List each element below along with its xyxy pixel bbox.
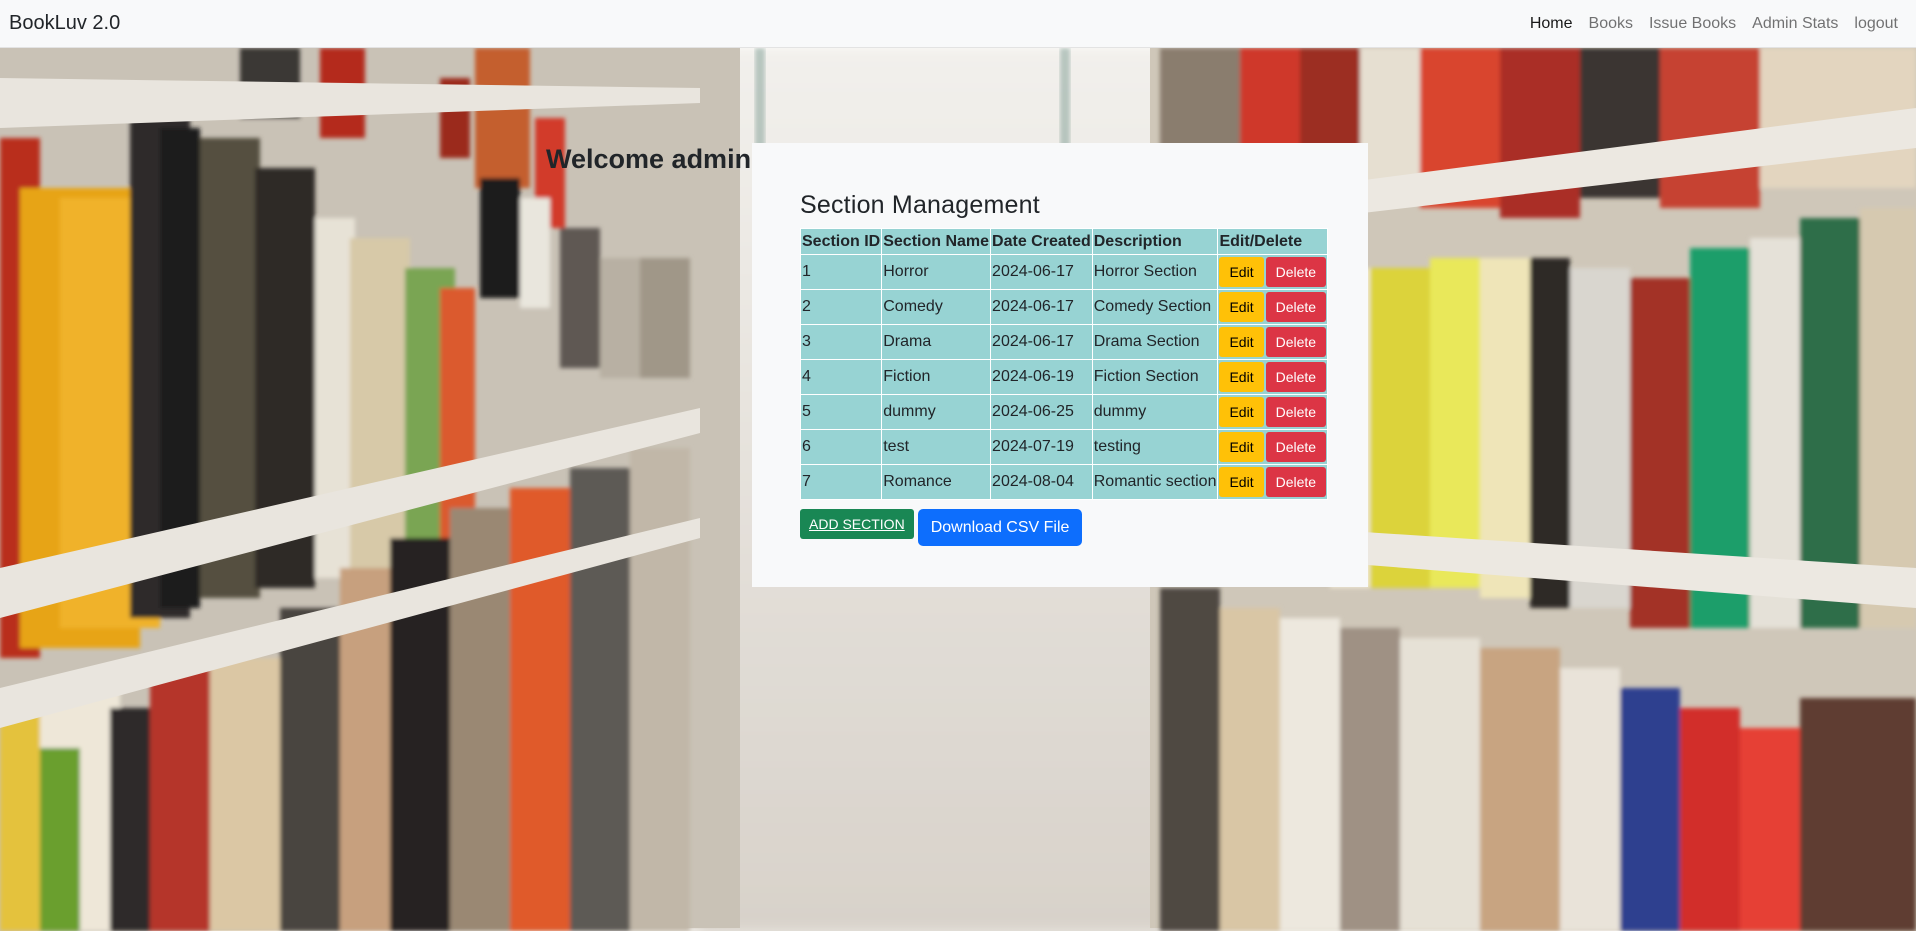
cell-actions: Edit Delete (1217, 464, 1329, 500)
cell-id: 5 (799, 394, 883, 430)
table-row: 2 Comedy 2024-06-17 Comedy Section Edit D… (799, 289, 1329, 325)
cell-actions: Edit Delete (1217, 359, 1329, 395)
cell-actions: Edit Delete (1217, 394, 1329, 430)
section-management-card: Section Management Section ID Section Na… (752, 143, 1368, 587)
col-edit-delete: Edit/Delete (1217, 228, 1329, 255)
table-row: 3 Drama 2024-06-17 Drama Section Edit Del… (799, 324, 1329, 360)
table-row: 1 Horror 2024-06-17 Horror Section Edit D… (799, 254, 1329, 290)
edit-button[interactable]: Edit (1219, 467, 1264, 497)
nav-books[interactable]: Books (1581, 15, 1641, 33)
cell-id: 1 (799, 254, 883, 290)
delete-button[interactable]: Delete (1265, 397, 1327, 427)
cell-name: dummy (881, 394, 992, 430)
edit-button[interactable]: Edit (1219, 257, 1264, 287)
nav-admin-stats[interactable]: Admin Stats (1744, 15, 1846, 33)
nav-home[interactable]: Home (1522, 15, 1581, 33)
cell-name: Fiction (881, 359, 992, 395)
nav-logout[interactable]: logout (1846, 15, 1906, 33)
cell-date: 2024-06-25 (990, 394, 1093, 430)
navbar: BookLuv 2.0 Home Books Issue Books Admin… (0, 0, 1916, 48)
edit-button[interactable]: Edit (1219, 327, 1264, 357)
cell-date: 2024-06-17 (990, 324, 1093, 360)
cell-description: Horror Section (1091, 254, 1219, 290)
col-description: Description (1091, 228, 1219, 255)
cell-date: 2024-06-17 (990, 289, 1093, 325)
card-actions: ADD SECTION Download CSV File (800, 509, 1368, 546)
table-row: 6 test 2024-07-19 testing Edit Delete (799, 429, 1329, 465)
card-title: Section Management (800, 191, 1040, 219)
cell-id: 3 (799, 324, 883, 360)
cell-actions: Edit Delete (1217, 254, 1329, 290)
nav-issue-books[interactable]: Issue Books (1641, 15, 1744, 33)
edit-button[interactable]: Edit (1219, 432, 1264, 462)
cell-description: testing (1091, 429, 1219, 465)
download-csv-button[interactable]: Download CSV File (917, 509, 1083, 546)
table-header-row: Section ID Section Name Date Created Des… (799, 228, 1329, 255)
cell-name: Horror (881, 254, 992, 290)
cell-actions: Edit Delete (1217, 289, 1329, 325)
col-date-created: Date Created (990, 228, 1093, 255)
edit-button[interactable]: Edit (1219, 397, 1264, 427)
delete-button[interactable]: Delete (1265, 292, 1327, 322)
delete-button[interactable]: Delete (1265, 257, 1327, 287)
brand-link[interactable]: BookLuv 2.0 (9, 12, 120, 35)
cell-date: 2024-06-17 (990, 254, 1093, 290)
add-section-button[interactable]: ADD SECTION (800, 509, 914, 539)
cell-description: dummy (1091, 394, 1219, 430)
delete-button[interactable]: Delete (1265, 467, 1327, 497)
col-section-id: Section ID (799, 228, 883, 255)
table-row: 5 dummy 2024-06-25 dummy Edit Delete (799, 394, 1329, 430)
cell-description: Comedy Section (1091, 289, 1219, 325)
delete-button[interactable]: Delete (1265, 432, 1327, 462)
cell-name: test (881, 429, 992, 465)
delete-button[interactable]: Delete (1265, 362, 1327, 392)
cell-date: 2024-08-04 (990, 464, 1093, 500)
cell-name: Romance (881, 464, 992, 500)
cell-id: 7 (799, 464, 883, 500)
nav-links: Home Books Issue Books Admin Stats logou… (1522, 15, 1906, 33)
cell-description: Fiction Section (1091, 359, 1219, 395)
welcome-heading: Welcome admin (546, 144, 752, 174)
cell-description: Romantic section (1091, 464, 1219, 500)
edit-button[interactable]: Edit (1219, 292, 1264, 322)
cell-description: Drama Section (1091, 324, 1219, 360)
sections-table: Section ID Section Name Date Created Des… (799, 228, 1329, 500)
cell-id: 4 (799, 359, 883, 395)
cell-actions: Edit Delete (1217, 429, 1329, 465)
edit-button[interactable]: Edit (1219, 362, 1264, 392)
cell-actions: Edit Delete (1217, 324, 1329, 360)
cell-date: 2024-06-19 (990, 359, 1093, 395)
cell-id: 6 (799, 429, 883, 465)
delete-button[interactable]: Delete (1265, 327, 1327, 357)
col-section-name: Section Name (881, 228, 992, 255)
cell-name: Comedy (881, 289, 992, 325)
table-row: 7 Romance 2024-08-04 Romantic section Ed… (799, 464, 1329, 500)
cell-name: Drama (881, 324, 992, 360)
table-row: 4 Fiction 2024-06-19 Fiction Section Edi… (799, 359, 1329, 395)
cell-date: 2024-07-19 (990, 429, 1093, 465)
cell-id: 2 (799, 289, 883, 325)
